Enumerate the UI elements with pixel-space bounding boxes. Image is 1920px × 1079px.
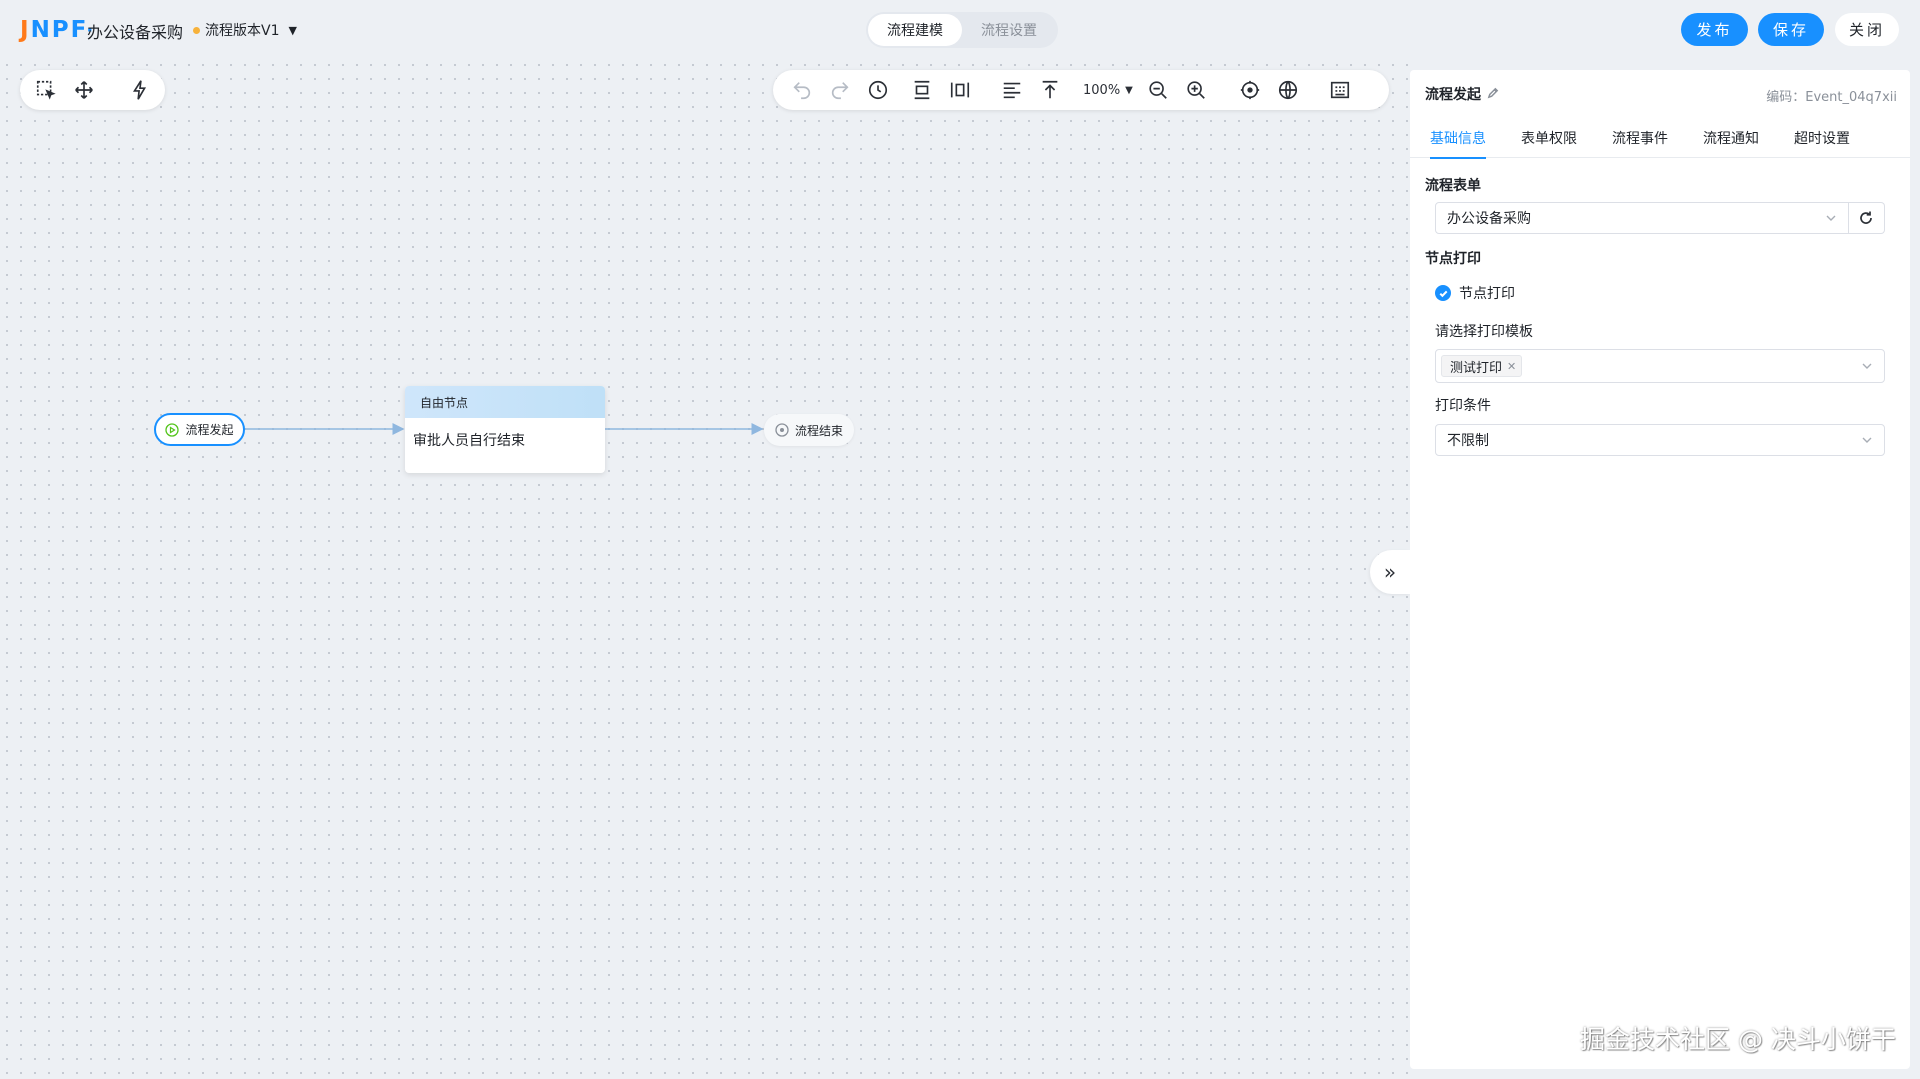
version-label: 流程版本V1 xyxy=(205,23,280,39)
stop-circle-icon xyxy=(775,423,789,437)
refresh-icon xyxy=(1860,211,1872,224)
version-status-dot xyxy=(193,26,200,34)
tab-timeout-settings[interactable]: 超时设置 xyxy=(1794,118,1850,158)
fit-center-icon[interactable] xyxy=(1231,70,1269,110)
close-icon[interactable]: ✕ xyxy=(1507,360,1516,373)
chevron-down-icon xyxy=(1860,433,1874,451)
print-section-title: 节点打印 xyxy=(1425,251,1481,267)
top-header: J NPF · 办公设备采购 流程版本V1 ▼ 流程建模 流程设置 发布 保存 关闭 xyxy=(0,0,1920,58)
close-button[interactable]: 关闭 xyxy=(1835,13,1899,46)
print-condition-value: 不限制 xyxy=(1447,433,1489,449)
redo-icon[interactable] xyxy=(821,70,859,110)
globe-icon[interactable] xyxy=(1269,70,1307,110)
form-select[interactable]: 办公设备采购 xyxy=(1435,202,1849,234)
start-node-label: 流程发起 xyxy=(185,423,234,437)
history-clock-icon[interactable] xyxy=(859,70,897,110)
double-chevron-right-icon: » xyxy=(1383,560,1397,584)
jnpf-logo: J NPF · xyxy=(20,17,96,43)
print-checkbox-label: 节点打印 xyxy=(1459,286,1515,302)
tab-flow-modeling[interactable]: 流程建模 xyxy=(868,14,962,46)
chevron-down-icon xyxy=(1860,359,1874,377)
zoom-out-icon[interactable] xyxy=(1139,70,1177,110)
print-condition-select[interactable]: 不限制 xyxy=(1435,424,1885,456)
node-code: 编码：Event_04q7xii xyxy=(1766,90,1897,105)
distribute-vertical-icon[interactable] xyxy=(903,70,941,110)
form-select-value: 办公设备采购 xyxy=(1447,211,1531,227)
canvas-tools-toolbar xyxy=(20,70,165,110)
align-left-icon[interactable] xyxy=(993,70,1031,110)
tab-flow-events[interactable]: 流程事件 xyxy=(1612,118,1668,158)
play-icon xyxy=(165,422,180,437)
free-node[interactable]: 自由节点 审批人员自行结束 xyxy=(405,386,605,473)
form-section-title: 流程表单 xyxy=(1425,178,1481,194)
flow-edges xyxy=(245,423,764,435)
properties-panel: 流程发起 编码：Event_04q7xii 基础信息 表单权限 流程事件 流程通… xyxy=(1410,70,1910,1069)
app-title: 办公设备采购 xyxy=(87,23,184,42)
zoom-level-dropdown[interactable]: 100% ▼ xyxy=(1077,70,1139,110)
lasso-select-icon[interactable] xyxy=(27,70,65,110)
tab-form-permissions[interactable]: 表单权限 xyxy=(1521,118,1577,158)
start-node[interactable]: 流程发起 xyxy=(154,413,245,446)
checkbox-checked-icon xyxy=(1435,285,1451,301)
free-node-body: 审批人员自行结束 xyxy=(413,433,525,449)
caret-down-icon: ▼ xyxy=(288,23,297,37)
print-checkbox[interactable]: 节点打印 xyxy=(1435,283,1515,303)
panel-title: 流程发起 xyxy=(1425,84,1500,104)
template-tag-label: 测试打印 xyxy=(1450,360,1503,376)
print-template-select[interactable]: 测试打印 ✕ xyxy=(1435,349,1885,383)
end-node[interactable]: 流程结束 xyxy=(764,414,854,446)
end-node-label: 流程结束 xyxy=(794,423,843,438)
chevron-down-icon xyxy=(1824,211,1838,229)
canvas-main-toolbar: 100% ▼ xyxy=(773,70,1389,110)
caret-down-icon: ▼ xyxy=(1125,84,1133,96)
panel-tabs: 基础信息 表单权限 流程事件 流程通知 超时设置 xyxy=(1410,118,1910,159)
zoom-in-icon[interactable] xyxy=(1177,70,1215,110)
zoom-level: 100% xyxy=(1083,82,1121,98)
save-button[interactable]: 保存 xyxy=(1758,13,1824,46)
publish-button[interactable]: 发布 xyxy=(1681,13,1748,46)
panel-title-text: 流程发起 xyxy=(1425,87,1481,103)
watermark: 掘金技术社区 @ 决斗小饼干 xyxy=(1580,1025,1896,1054)
tab-basic-info[interactable]: 基础信息 xyxy=(1430,118,1486,159)
print-condition-label: 打印条件 xyxy=(1435,398,1491,414)
undo-icon[interactable] xyxy=(783,70,821,110)
lightning-icon[interactable] xyxy=(121,70,159,110)
template-tag: 测试打印 ✕ xyxy=(1441,355,1523,377)
move-icon[interactable] xyxy=(65,70,103,110)
tab-flow-settings[interactable]: 流程设置 xyxy=(962,14,1056,46)
print-template-label: 请选择打印模板 xyxy=(1435,324,1533,340)
collapse-panel-button[interactable]: » xyxy=(1370,550,1410,594)
flow-canvas[interactable]: 100% ▼ 流程发起 自由节点 审批人员自行结束 流程结束 » xyxy=(0,58,1410,1079)
align-top-icon[interactable] xyxy=(1031,70,1069,110)
free-node-title: 自由节点 xyxy=(405,386,605,418)
distribute-horizontal-icon[interactable] xyxy=(941,70,979,110)
tab-flow-notifications[interactable]: 流程通知 xyxy=(1703,118,1759,158)
refresh-form-button[interactable] xyxy=(1848,202,1885,234)
minimap-icon[interactable] xyxy=(1321,70,1359,110)
mode-tabs: 流程建模 流程设置 xyxy=(866,12,1058,48)
edit-pencil-icon[interactable] xyxy=(1487,86,1500,103)
version-selector[interactable]: 流程版本V1 ▼ xyxy=(193,20,297,40)
